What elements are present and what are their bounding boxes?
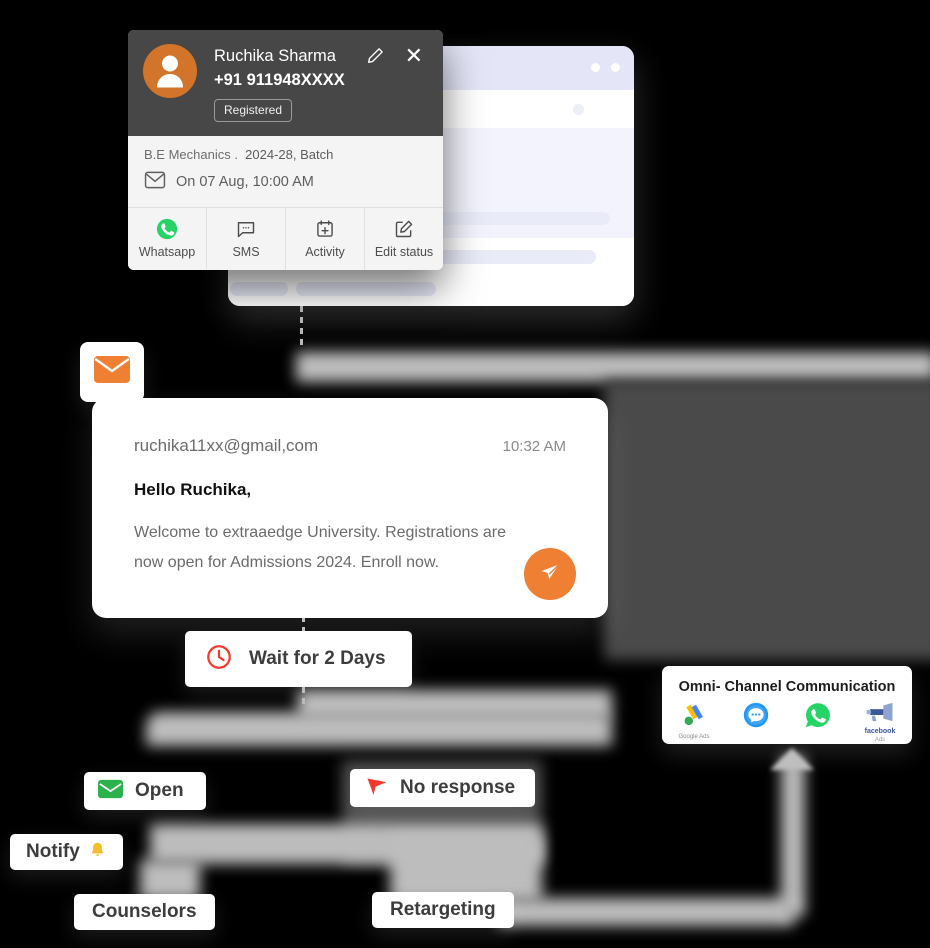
contact-identity: Ruchika Sharma +91 911948XXXX Registered (214, 46, 427, 122)
omni-caption-brand: facebook (864, 728, 896, 735)
email-timestamp: 10:32 AM (502, 438, 566, 455)
omni-caption: Ads (874, 736, 886, 743)
dashed-connector (300, 306, 303, 350)
contact-meta: B.E Mechanics . 2024-28, Batch On 07 Aug… (128, 135, 443, 207)
sms-icon (207, 217, 285, 241)
contact-phone: +91 911948XXXX (214, 70, 345, 89)
contact-card-header: Ruchika Sharma +91 911948XXXX Registered… (128, 30, 443, 136)
email-body-text: Welcome to extraaedge University. Regist… (134, 524, 507, 571)
chip-notify[interactable]: Notify (10, 834, 123, 870)
omni-channel-icons: Google Ads facebook Ads (662, 702, 912, 743)
chip-no-response[interactable]: No response (350, 769, 536, 807)
contact-appointment-row: On 07 Aug, 10:00 AM (144, 171, 427, 194)
clock-icon (205, 643, 233, 676)
batch-label: 2024-28, Batch (245, 146, 334, 162)
calendar-plus-icon (286, 217, 364, 241)
chip-counselors[interactable]: Counselors (74, 894, 215, 930)
email-greeting: Hello Ruchika, (134, 480, 252, 499)
action-label: Whatsapp (138, 244, 196, 259)
pencil-icon[interactable] (366, 46, 385, 70)
email-from-address: ruchika11xx@gmail,com (134, 436, 319, 455)
arrow-shaft (781, 756, 805, 916)
google-ads-icon[interactable]: Google Ads (674, 702, 714, 741)
course-label: B.E Mechanics . (144, 146, 238, 162)
action-whatsapp[interactable]: Whatsapp (128, 207, 207, 270)
shadow-plate (604, 380, 930, 660)
chip-label: Wait for 2 Days (249, 648, 386, 669)
chip-label: Retargeting (390, 899, 496, 920)
chip-label: Counselors (92, 901, 197, 922)
chip-label: Notify (26, 841, 80, 862)
action-sms[interactable]: SMS (207, 207, 286, 270)
chip-label: Open (135, 780, 184, 801)
action-label: Edit status (374, 244, 434, 259)
contact-name: Ruchika Sharma (214, 47, 336, 65)
action-label: SMS (232, 244, 260, 259)
facebook-ads-icon[interactable]: facebook Ads (860, 702, 900, 743)
mail-badge (80, 342, 144, 402)
dashed-connector (510, 911, 544, 914)
chip-open[interactable]: Open (84, 772, 206, 810)
envelope-icon (94, 356, 130, 388)
chat-bubble-icon[interactable] (736, 702, 776, 734)
appointment-text: On 07 Aug, 10:00 AM (176, 174, 314, 191)
dashed-connector (302, 687, 305, 707)
status-badge: Registered (214, 98, 293, 122)
bell-icon (88, 840, 107, 865)
paper-plane-icon (538, 560, 562, 589)
window-dot (591, 63, 600, 72)
contact-card: Ruchika Sharma +91 911948XXXX Registered… (128, 30, 443, 270)
email-header: ruchika11xx@gmail,com 10:32 AM (92, 398, 608, 456)
skeleton-bar (296, 282, 436, 296)
omni-channel-panel: Omni- Channel Communication Google Ads f… (662, 666, 912, 744)
send-button[interactable] (524, 548, 576, 600)
email-preview-card: ruchika11xx@gmail,com 10:32 AM Hello Ruc… (92, 398, 608, 618)
contact-course-line: B.E Mechanics . 2024-28, Batch (144, 147, 427, 162)
whatsapp-icon[interactable] (798, 702, 838, 734)
action-label: Activity (305, 244, 345, 259)
arrow-head-icon (770, 748, 814, 770)
edit-square-icon (365, 217, 443, 241)
red-chevron-icon (364, 774, 390, 803)
toolbar-dot (573, 104, 584, 115)
close-icon[interactable]: ✕ (405, 45, 423, 67)
chip-label: No response (400, 777, 516, 798)
envelope-icon (144, 171, 166, 194)
chip-wait-for-2-days[interactable]: Wait for 2 Days (185, 631, 412, 687)
omni-panel-title: Omni- Channel Communication (678, 679, 896, 695)
window-dot (611, 63, 620, 72)
skeleton-bar (230, 282, 288, 296)
connector-plate (296, 352, 930, 382)
connector-plate (298, 690, 612, 720)
action-activity[interactable]: Activity (286, 207, 365, 270)
envelope-open-icon (98, 779, 123, 804)
whatsapp-icon (128, 217, 206, 241)
action-edit-status[interactable]: Edit status (365, 208, 443, 270)
avatar (143, 44, 197, 98)
contact-actions-bar: Whatsapp SMS Activity Edit status (128, 206, 443, 270)
omni-caption: Google Ads (678, 734, 710, 740)
chip-retargeting[interactable]: Retargeting (372, 892, 514, 928)
